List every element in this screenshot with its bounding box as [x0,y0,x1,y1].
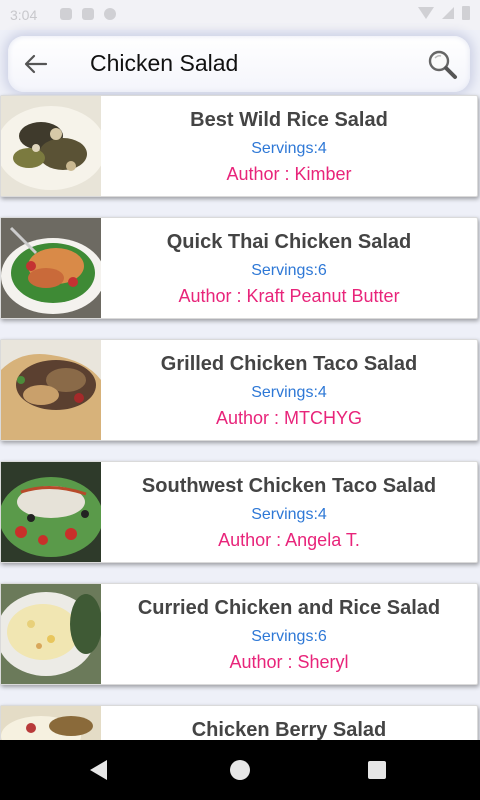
battery-icon [462,6,470,20]
recipe-card[interactable]: Chicken Berry Salad [0,705,478,740]
notification-icon [60,8,72,20]
recipe-title: Quick Thai Chicken Salad [166,231,412,253]
recipe-author: Author : Sheryl [229,652,349,672]
status-system-icons [418,6,470,20]
recipe-title: Best Wild Rice Salad [190,109,388,131]
recipe-title: Chicken Berry Salad [191,719,387,740]
back-arrow-icon[interactable] [22,50,50,78]
search-input[interactable] [90,50,410,77]
recipe-thumbnail [1,340,101,440]
recipe-title: Southwest Chicken Taco Salad [141,475,437,497]
search-icon[interactable] [426,48,458,80]
navigation-bar [0,740,480,800]
recipe-list[interactable]: Best Wild Rice Salad Servings:4 Author :… [0,92,480,740]
status-notification-icons [60,8,116,20]
recipe-thumbnail [1,462,101,562]
recipe-author: Author : Angela T. [218,530,360,550]
recipe-servings: Servings:6 [251,262,327,279]
notification-icon [82,8,94,20]
recipe-title: Grilled Chicken Taco Salad [160,353,418,375]
recipe-author: Author : Kraft Peanut Butter [178,286,400,306]
recipe-author: Author : MTCHYG [215,408,363,428]
recipe-servings: Servings:4 [251,506,327,523]
recipe-servings: Servings:6 [251,628,327,645]
nav-home-icon[interactable] [230,760,250,780]
recipe-servings: Servings:4 [251,384,327,401]
recipe-title: Curried Chicken and Rice Salad [137,597,441,619]
notification-icon [104,8,116,20]
status-time: 3:04 [10,7,38,23]
nav-back-icon[interactable] [90,760,107,780]
recipe-author: Author : Kimber [226,164,352,184]
recipe-servings: Servings:4 [251,140,327,157]
status-bar: 3:04 [0,0,480,30]
recipe-thumbnail [1,706,101,740]
recipe-card[interactable]: Grilled Chicken Taco Salad Servings:4 Au… [0,339,478,441]
recipe-card[interactable]: Best Wild Rice Salad Servings:4 Author :… [0,95,478,197]
recipe-thumbnail [1,96,101,196]
recipe-card[interactable]: Southwest Chicken Taco Salad Servings:4 … [0,461,478,563]
recipe-card[interactable]: Curried Chicken and Rice Salad Servings:… [0,583,478,685]
recipe-thumbnail [1,584,101,684]
signal-icon [442,7,454,19]
recipe-card[interactable]: Quick Thai Chicken Salad Servings:6 Auth… [0,217,478,319]
search-bar [8,36,470,92]
wifi-icon [418,7,434,19]
recipe-thumbnail [1,218,101,318]
nav-recents-icon[interactable] [368,761,386,779]
